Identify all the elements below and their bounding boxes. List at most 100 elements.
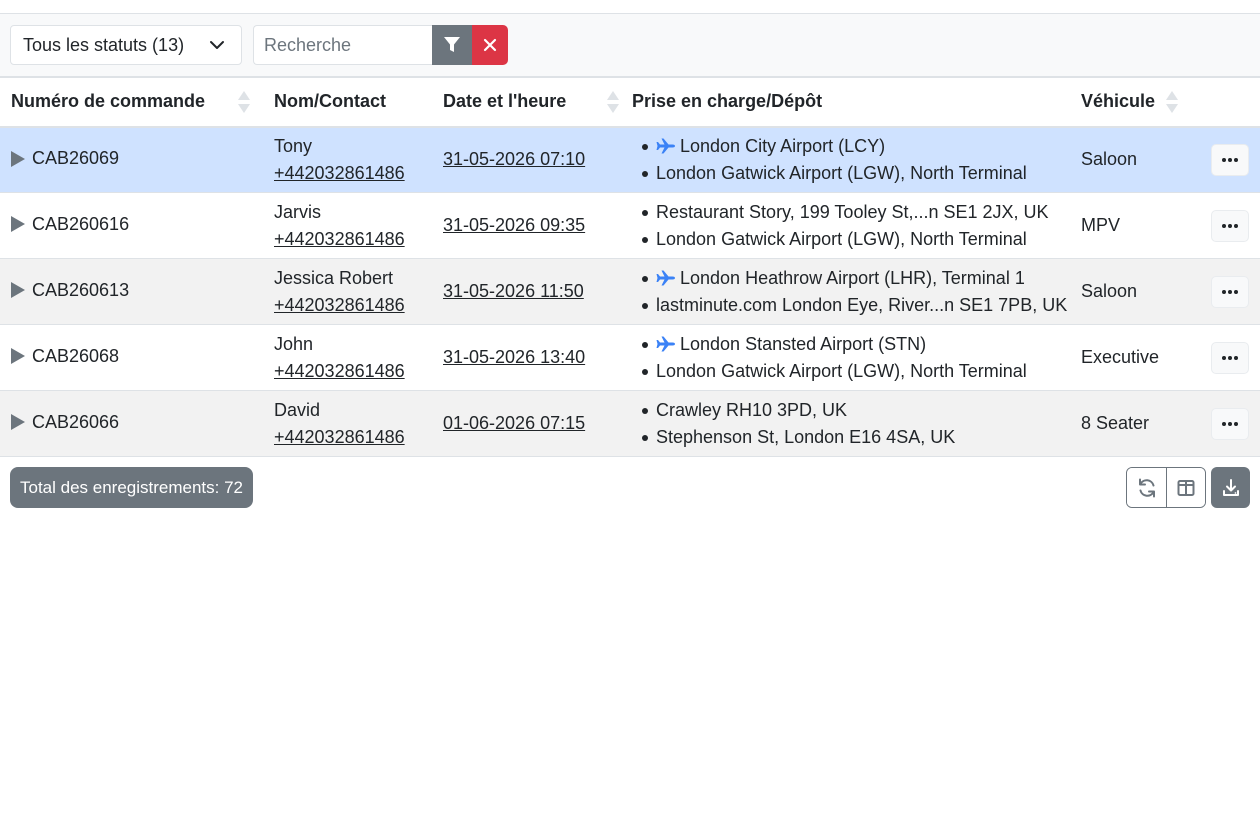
row-actions-button[interactable] (1211, 143, 1249, 176)
datetime-link[interactable]: 31-05-2026 09:35 (443, 215, 585, 235)
pickup-dropoff-cell: London Stansted Airport (STN) London Gatw… (621, 324, 1070, 391)
total-records-badge: Total des enregistrements: 72 (10, 467, 254, 508)
contact-phone-link[interactable]: +442032861486 (274, 226, 432, 253)
pickup-location: London City Airport (LCY) (642, 133, 1070, 160)
status-filter-value: Tous les statuts (13) (23, 34, 185, 55)
column-header-vehicle[interactable]: Véhicule (1070, 77, 1200, 128)
table-row[interactable]: CAB26068 John +442032861486 31-05-2026 13:4… (0, 324, 1260, 391)
order-number: CAB260616 (32, 213, 130, 234)
more-horizontal-icon (1222, 157, 1238, 162)
row-expander[interactable]: CAB26066 (11, 412, 119, 433)
datetime-cell: 31-05-2026 07:10 (432, 126, 621, 193)
contact-cell: John +442032861486 (263, 324, 432, 391)
pickup-text: London City Airport (LCY) (680, 135, 886, 156)
caret-right-icon (11, 150, 25, 167)
row-expander[interactable]: CAB260613 (11, 280, 129, 301)
row-actions-button[interactable] (1211, 209, 1249, 242)
datetime-cell: 31-05-2026 09:35 (432, 192, 621, 259)
actions-cell (1200, 258, 1260, 325)
caret-right-icon (11, 282, 25, 299)
actions-cell (1200, 324, 1260, 391)
row-actions-button[interactable] (1211, 341, 1249, 374)
row-expander[interactable]: CAB26068 (11, 346, 119, 367)
contact-cell: Jessica Robert +442032861486 (263, 258, 432, 325)
contact-name: Jarvis (274, 201, 322, 222)
order-cell: CAB260616 (0, 192, 263, 259)
datetime-link[interactable]: 01-06-2026 07:15 (443, 413, 585, 433)
sort-icon (607, 90, 619, 113)
datetime-cell: 31-05-2026 13:40 (432, 324, 621, 391)
column-header-order[interactable]: Numéro de commande (0, 77, 263, 128)
datetime-link[interactable]: 31-05-2026 13:40 (443, 347, 585, 367)
pickup-location: Restaurant Story, 199 Tooley St,...n SE1… (642, 199, 1070, 226)
more-horizontal-icon (1222, 355, 1238, 360)
stops-list: London Heathrow Airport (LHR), Terminal … (632, 265, 1070, 319)
actions-cell (1200, 390, 1260, 457)
order-number: CAB26066 (32, 411, 120, 432)
table-row[interactable]: CAB260616 Jarvis +442032861486 31-05-2026 0… (0, 192, 1260, 259)
datetime-cell: 01-06-2026 07:15 (432, 390, 621, 457)
row-expander[interactable]: CAB260616 (11, 214, 129, 235)
dropoff-location: London Gatwick Airport (LGW), North Term… (642, 160, 1070, 187)
download-icon (1222, 478, 1239, 496)
sort-icon (1166, 90, 1178, 113)
dropoff-text: lastminute.com London Eye, River...n SE1… (656, 294, 1068, 315)
dropoff-text: London Gatwick Airport (LGW), North Term… (656, 162, 1027, 183)
airplane-icon (656, 336, 676, 352)
row-actions-button[interactable] (1211, 275, 1249, 308)
row-expander[interactable]: CAB26069 (11, 148, 119, 169)
columns-icon (1177, 479, 1195, 496)
table-tools (1126, 467, 1250, 508)
pickup-location: London Stansted Airport (STN) (642, 331, 1070, 358)
caret-right-icon (11, 216, 25, 233)
sort-icon (238, 90, 250, 113)
refresh-icon (1138, 478, 1155, 497)
actions-cell (1200, 192, 1260, 259)
column-header-actions (1200, 77, 1260, 128)
contact-phone-link[interactable]: +442032861486 (274, 424, 432, 451)
refresh-button[interactable] (1127, 468, 1166, 507)
datetime-link[interactable]: 31-05-2026 11:50 (443, 281, 584, 301)
clear-search-button[interactable] (472, 25, 508, 65)
vehicle-cell: MPV (1070, 192, 1200, 259)
caret-right-icon (11, 348, 25, 365)
download-button[interactable] (1211, 467, 1250, 508)
orders-table: Numéro de commande Nom/Contact Date et l… (0, 77, 1260, 457)
filter-button[interactable] (432, 25, 472, 65)
more-horizontal-icon (1222, 289, 1238, 294)
pickup-dropoff-cell: Restaurant Story, 199 Tooley St,...n SE1… (621, 192, 1070, 259)
more-horizontal-icon (1222, 223, 1238, 228)
contact-phone-link[interactable]: +442032861486 (274, 160, 432, 187)
contact-cell: Jarvis +442032861486 (263, 192, 432, 259)
airplane-icon (656, 138, 676, 154)
close-icon (483, 38, 497, 52)
order-number: CAB260613 (32, 279, 130, 300)
datetime-link[interactable]: 31-05-2026 07:10 (443, 149, 585, 169)
vehicle-cell: Saloon (1070, 258, 1200, 325)
row-actions-button[interactable] (1211, 407, 1249, 440)
pickup-text: Restaurant Story, 199 Tooley St,...n SE1… (656, 201, 1049, 222)
stops-list: London City Airport (LCY) London Gatwick … (632, 133, 1070, 187)
contact-cell: David +442032861486 (263, 390, 432, 457)
search-input[interactable] (253, 25, 432, 65)
dropoff-location: London Gatwick Airport (LGW), North Term… (642, 226, 1070, 253)
status-filter-select[interactable]: Tous les statuts (13) (10, 25, 242, 65)
column-header-datetime[interactable]: Date et l'heure (432, 77, 621, 128)
columns-button[interactable] (1166, 468, 1205, 507)
table-row[interactable]: CAB26069 Tony +442032861486 31-05-2026 07:1… (0, 126, 1260, 193)
table-row[interactable]: CAB260613 Jessica Robert +442032861486 31-0… (0, 258, 1260, 325)
contact-phone-link[interactable]: +442032861486 (274, 292, 432, 319)
dropoff-text: London Gatwick Airport (LGW), North Term… (656, 228, 1027, 249)
actions-cell (1200, 126, 1260, 193)
dropoff-location: lastminute.com London Eye, River...n SE1… (642, 292, 1070, 319)
table-row[interactable]: CAB26066 David +442032861486 01-06-2026 07:… (0, 390, 1260, 457)
contact-cell: Tony +442032861486 (263, 126, 432, 193)
contact-name: Tony (274, 135, 313, 156)
caret-right-icon (11, 414, 25, 431)
contact-phone-link[interactable]: +442032861486 (274, 358, 432, 385)
contact-name: David (274, 399, 321, 420)
airplane-icon (656, 270, 676, 286)
pickup-dropoff-cell: Crawley RH10 3PD, UK Stephenson St, Londo… (621, 390, 1070, 457)
stops-list: London Stansted Airport (STN) London Gatw… (632, 331, 1070, 385)
order-cell: CAB26069 (0, 126, 263, 193)
